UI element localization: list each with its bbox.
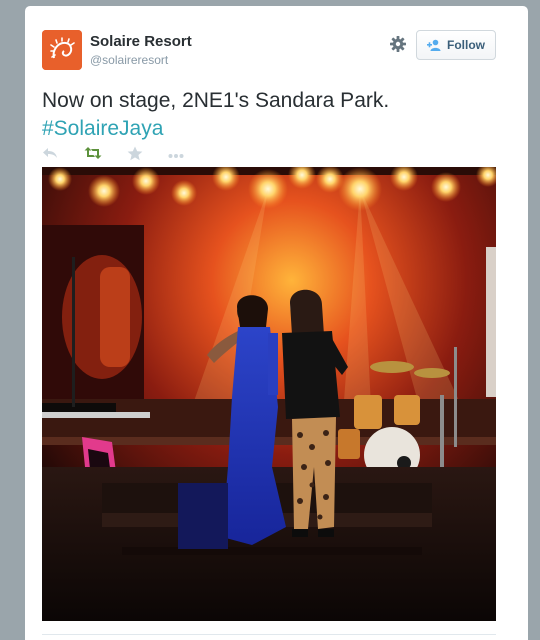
author-name[interactable]: Solaire Resort	[90, 33, 192, 50]
add-user-icon	[427, 39, 441, 51]
tweet-photo[interactable]	[42, 167, 496, 621]
tweet-card: Solaire Resort @solaireresort Follow Now…	[25, 6, 528, 640]
stage-photo-image	[42, 167, 496, 621]
tweet-actions	[42, 144, 188, 164]
follow-button-label: Follow	[447, 38, 485, 52]
more-dots-icon[interactable]	[168, 146, 188, 162]
reply-icon[interactable]	[42, 146, 62, 162]
profile-avatar[interactable]	[42, 30, 82, 70]
follow-button[interactable]: Follow	[416, 30, 496, 60]
tweet-text: Now on stage, 2NE1's Sandara Park. #Sola…	[42, 87, 502, 143]
card-divider	[42, 634, 496, 635]
star-icon[interactable]	[127, 146, 147, 162]
author-handle[interactable]: @solaireresort	[90, 53, 168, 67]
hashtag-link[interactable]: #SolaireJaya	[42, 115, 502, 143]
solaire-logo-icon	[42, 30, 82, 70]
gear-icon[interactable]	[388, 34, 408, 54]
tweet-text-main: Now on stage, 2NE1's Sandara Park.	[42, 89, 390, 112]
retweet-icon[interactable]	[84, 146, 104, 162]
